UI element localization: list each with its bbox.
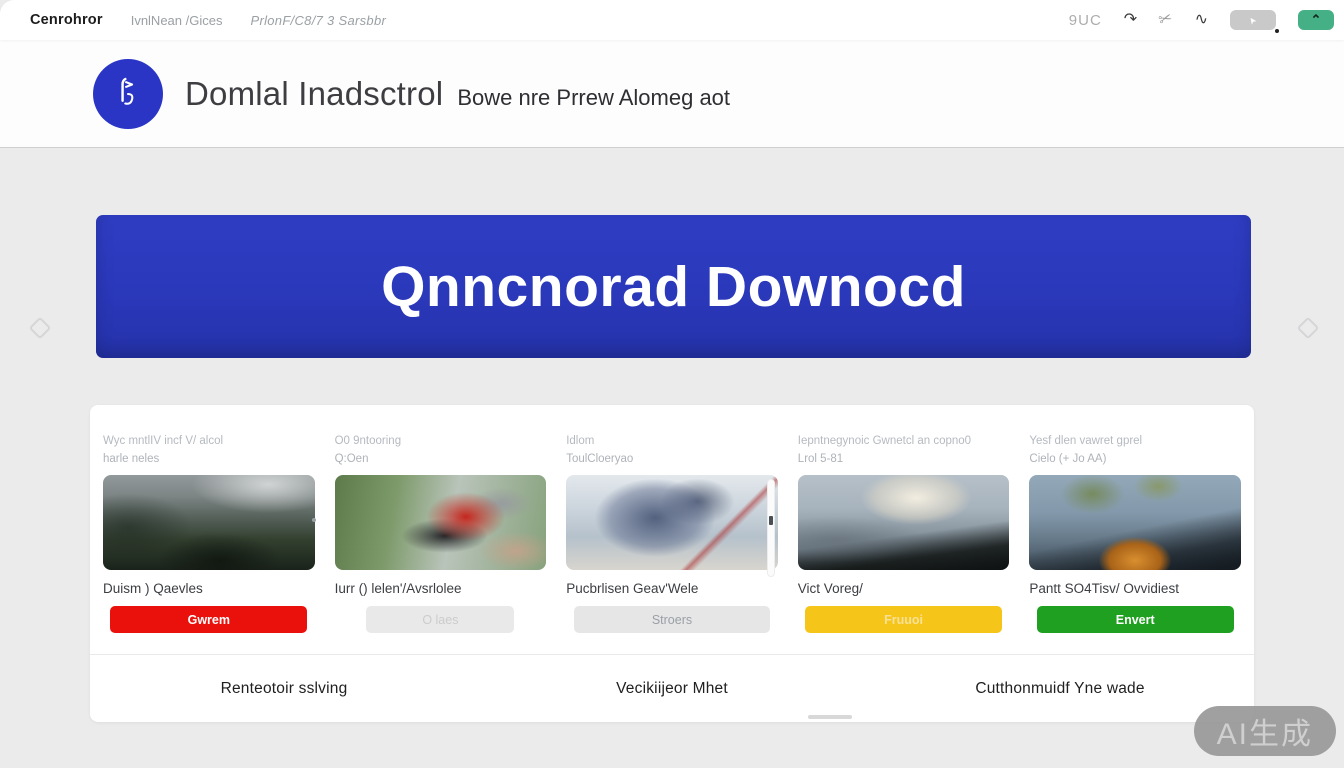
extension-pill-button[interactable]: ⌃: [1298, 10, 1334, 30]
card-gap-dot: [312, 518, 316, 522]
nav-item-2[interactable]: PrlonF/C8/7 3 Sarsbbr: [250, 13, 386, 28]
download-card-1[interactable]: Wyc mntlIV incf V/ alcol harle neles Dui…: [103, 435, 315, 633]
card-meta-line2: harle neles: [103, 453, 315, 468]
card-action-button[interactable]: Envert: [1037, 606, 1234, 633]
nav-right-cluster: 9UC ↷ ✂ ∿ ➤ ⌃: [1069, 10, 1344, 30]
nav-counter-badge: 9UC: [1069, 12, 1102, 29]
carousel-next-icon[interactable]: [1297, 317, 1320, 340]
card-action-button[interactable]: Fruuoi: [805, 606, 1002, 633]
card-thumbnail-mountain[interactable]: [798, 475, 1010, 570]
extension-icon: ⌃: [1311, 12, 1322, 28]
card-meta-line1: Iepntnegynoic Gwnetcl an copno0: [798, 435, 1010, 450]
card-meta-line2: Cielo (+ Jo AA): [1029, 453, 1241, 468]
download-card-2[interactable]: O0 9ntooring Q:Oen Iurr () lelen'/Avsrlo…: [335, 435, 547, 633]
cursor-pill-button[interactable]: ➤: [1230, 10, 1276, 30]
top-navigation-bar: Cenrohror IvnlNean /Gices PrlonF/C8/7 3 …: [0, 0, 1344, 40]
footer-link-1[interactable]: Renteotoir sslving: [90, 680, 478, 698]
page-header: Domlal Inadsctrol Bowe nre Prrew Alomeg …: [0, 40, 1344, 148]
card-thumbnail-device[interactable]: [335, 475, 547, 570]
nav-item-1[interactable]: IvnlNean /Gices: [131, 13, 223, 28]
download-card-5[interactable]: Yesf dlen vawret gprel Cielo (+ Jo AA) P…: [1029, 435, 1241, 633]
ai-watermark-badge: AI生成: [1194, 706, 1336, 756]
card-title: Pantt SO4Tisv/ Ovvidiest: [1029, 581, 1241, 597]
card-thumbnail-forest[interactable]: [103, 475, 315, 570]
downloads-panel: Wyc mntlIV incf V/ alcol harle neles Dui…: [90, 405, 1254, 722]
card-meta-line1: Wyc mntlIV incf V/ alcol: [103, 435, 315, 450]
card-meta-line1: O0 9ntooring: [335, 435, 547, 450]
footer-link-2[interactable]: Vecikiijeor Mhet: [478, 680, 866, 698]
download-banner[interactable]: Qnncnorad Downocd: [96, 215, 1251, 358]
card-meta-line2: Lrol 5-81: [798, 453, 1010, 468]
card-title: Iurr () lelen'/Avsrlolee: [335, 581, 547, 597]
card-action-button[interactable]: O laes: [366, 606, 514, 633]
page-subtitle: Bowe nre Prrew Alomeg aot: [457, 85, 730, 111]
nav-brand[interactable]: Cenrohror: [30, 12, 103, 28]
site-logo[interactable]: [93, 59, 163, 129]
carousel-prev-icon[interactable]: [29, 317, 52, 340]
card-meta-line2: ToulCloeryao: [566, 453, 778, 468]
card-title: Duism ) Qaevles: [103, 581, 315, 597]
page-title: Domlal Inadsctrol: [185, 75, 443, 113]
banner-title: Qnncnorad Downocd: [381, 254, 966, 320]
download-card-4[interactable]: Iepntnegynoic Gwnetcl an copno0 Lrol 5-8…: [798, 435, 1010, 633]
card-title: Pucbrlisen Geav'Wele: [566, 581, 778, 597]
cursor-icon: ➤: [1246, 14, 1259, 26]
card-thumbnail-abstract[interactable]: [566, 475, 778, 570]
scissors-icon[interactable]: ✂: [1157, 10, 1175, 29]
card-scrollbar[interactable]: [767, 479, 775, 577]
header-title-group: Domlal Inadsctrol Bowe nre Prrew Alomeg …: [185, 75, 730, 113]
card-action-button[interactable]: Stroers: [574, 606, 771, 633]
footer-links-row: Renteotoir sslving Vecikiijeor Mhet Cutt…: [90, 655, 1254, 722]
logo-glyph-icon: [111, 75, 145, 113]
footer-link-3[interactable]: Cutthonmuidf Yne wade: [866, 680, 1254, 698]
download-card-3[interactable]: Idlom ToulCloeryao Pucbrlisen Geav'Wele …: [566, 435, 778, 633]
panel-drag-handle[interactable]: [808, 715, 852, 719]
card-meta-line1: Idlom: [566, 435, 778, 450]
card-thumbnail-plant[interactable]: [1029, 475, 1241, 570]
card-meta-line1: Yesf dlen vawret gprel: [1029, 435, 1241, 450]
card-row: Wyc mntlIV incf V/ alcol harle neles Dui…: [90, 405, 1254, 633]
wave-icon[interactable]: ∿: [1195, 12, 1208, 28]
card-action-button[interactable]: Gwrem: [110, 606, 307, 633]
redo-arrow-icon[interactable]: ↷: [1124, 12, 1137, 28]
card-meta-line2: Q:Oen: [335, 453, 547, 468]
card-title: Vict Voreg/: [798, 581, 1010, 597]
